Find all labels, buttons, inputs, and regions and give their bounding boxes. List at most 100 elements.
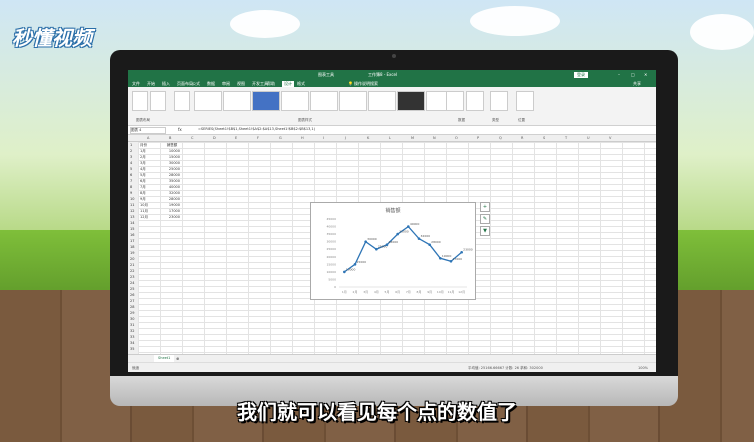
data-label: 35000 xyxy=(399,230,409,234)
data-label: 17000 xyxy=(453,257,463,261)
x-tick-label: 5月 xyxy=(385,290,390,294)
chart-style-thumb[interactable] xyxy=(194,91,222,111)
data-label: 19000 xyxy=(442,254,452,258)
add-chart-element-button[interactable] xyxy=(132,91,148,111)
title-bar: 图表工具 工作簿8 - Excel 登录 – □ ✕ xyxy=(128,70,656,80)
column-header[interactable]: A xyxy=(147,136,149,140)
change-chart-type-button[interactable] xyxy=(490,91,508,111)
column-header[interactable]: K xyxy=(367,136,369,140)
column-header[interactable]: D xyxy=(213,136,216,140)
chart-style-thumb[interactable] xyxy=(223,91,251,111)
column-header[interactable]: T xyxy=(565,136,567,140)
x-tick-label: 2月 xyxy=(353,290,358,294)
chart-style-thumb[interactable] xyxy=(281,91,309,111)
login-button[interactable]: 登录 xyxy=(574,72,588,78)
row-header[interactable]: 35 xyxy=(130,346,134,352)
y-tick-label: 45000 xyxy=(326,217,336,221)
column-header[interactable]: Q xyxy=(499,136,502,140)
column-header[interactable]: I xyxy=(323,136,324,140)
data-label: 28000 xyxy=(431,240,441,244)
column-header[interactable]: P xyxy=(477,136,479,140)
add-sheet-icon[interactable]: ⊕ xyxy=(176,356,179,361)
data-label: 32000 xyxy=(421,234,431,238)
column-header[interactable]: S xyxy=(543,136,545,140)
excel-window: 图表工具 工作簿8 - Excel 登录 – □ ✕ 💡 操作说明搜索 共享 文… xyxy=(128,70,656,372)
x-tick-label: 11月 xyxy=(448,290,455,294)
ribbon-group-label: 位置 xyxy=(518,118,525,122)
chart-style-thumb[interactable] xyxy=(339,91,367,111)
lightbulb-icon: 💡 xyxy=(348,81,353,86)
column-header[interactable]: R xyxy=(521,136,523,140)
chart-style-thumb[interactable] xyxy=(252,91,280,111)
video-subtitle: 我们就可以看见每个点的数值了 xyxy=(237,400,517,424)
x-tick-label: 3月 xyxy=(363,290,368,294)
ribbon-group-label: 图表样式 xyxy=(298,118,312,122)
data-label: 15000 xyxy=(357,260,367,264)
move-chart-button[interactable] xyxy=(516,91,534,111)
x-tick-label: 1月 xyxy=(342,290,347,294)
camera xyxy=(392,54,396,58)
column-header[interactable]: H xyxy=(301,136,304,140)
ribbon-tabs: 💡 操作说明搜索 共享 文件 开始 插入 页面布局 公式 数据 审阅 视图 开发工具 帮助 设计 格式 xyxy=(128,80,656,87)
column-header[interactable]: J xyxy=(345,136,346,140)
chart-styles-icon[interactable]: ✎ xyxy=(480,214,490,224)
data-label: 23000 xyxy=(463,248,473,252)
y-tick-label: 35000 xyxy=(326,232,336,236)
column-header[interactable]: O xyxy=(455,136,458,140)
y-tick-label: 5000 xyxy=(328,277,336,281)
cloud xyxy=(690,14,754,50)
status-ready: 就绪 xyxy=(132,366,139,370)
y-tick-label: 40000 xyxy=(326,225,336,229)
y-tick-label: 30000 xyxy=(326,240,336,244)
chart-tools-label: 图表工具 xyxy=(318,72,334,77)
chart-plot: 0500010000150002000025000300003500040000… xyxy=(326,217,473,294)
chart-elements-icon[interactable]: + xyxy=(480,202,490,212)
brand-logo: 秒懂视频 xyxy=(12,26,92,50)
ribbon: 图表布局 图表样式 数据 类型 位置 xyxy=(128,87,656,126)
column-header[interactable]: V xyxy=(609,136,611,140)
x-tick-label: 8月 xyxy=(417,290,422,294)
ribbon-group-label: 图表布局 xyxy=(136,118,150,122)
column-headers: A B C D E F G H I J K L M N O P Q R S T U V xyxy=(128,135,656,142)
chart-style-thumb[interactable] xyxy=(397,91,425,111)
row-headers: 1 2 3 4 5 6 7 8 9 10 11 12 13 14 15 16 17 18 19 20 21 22 23 24 2… xyxy=(128,142,138,354)
chart-style-thumb[interactable] xyxy=(368,91,396,111)
select-data-button[interactable] xyxy=(466,91,484,111)
zoom-level[interactable]: 100% xyxy=(638,366,648,370)
close-icon[interactable]: ✕ xyxy=(644,72,647,77)
maximize-icon[interactable]: □ xyxy=(631,72,635,77)
cell-month[interactable]: 12月 xyxy=(140,214,160,220)
line-chart[interactable]: 销售额 0 5000 10000 15000 20000 25000 30000 35000 4… xyxy=(310,202,476,300)
minimize-icon[interactable]: – xyxy=(618,72,620,77)
data-label: 28000 xyxy=(389,240,399,244)
formula-input[interactable]: =SERIES(Sheet1!$B$1,Sheet1!$A$2:$A$13,Sh… xyxy=(198,127,315,131)
name-box[interactable]: 图表 4 xyxy=(130,127,166,134)
y-tick-label: 15000 xyxy=(326,262,336,266)
column-header[interactable]: N xyxy=(433,136,436,140)
x-tick-label: 10月 xyxy=(437,290,444,294)
column-header[interactable]: L xyxy=(389,136,391,140)
x-tick-label: 4月 xyxy=(374,290,379,294)
change-colors-button[interactable] xyxy=(174,91,190,111)
window-title: 工作簿8 - Excel xyxy=(368,72,398,77)
column-header[interactable]: G xyxy=(279,136,282,140)
y-tick-label: 20000 xyxy=(326,255,336,259)
column-header[interactable]: U xyxy=(587,136,590,140)
column-header[interactable]: C xyxy=(191,136,193,140)
cell-sales[interactable]: 23000 xyxy=(162,214,180,220)
ribbon-group-label: 类型 xyxy=(492,118,499,122)
y-tick-label: 0 xyxy=(334,285,336,289)
column-header[interactable]: M xyxy=(411,136,414,140)
quick-layout-button[interactable] xyxy=(150,91,166,111)
column-header[interactable]: B xyxy=(169,136,171,140)
cloud xyxy=(230,10,300,38)
column-header[interactable]: E xyxy=(235,136,237,140)
x-tick-label: 6月 xyxy=(395,290,400,294)
column-header[interactable]: F xyxy=(257,136,259,140)
chart-filter-icon[interactable]: ▼ xyxy=(480,226,490,236)
formula-bar: 图表 4 fx =SERIES(Sheet1!$B$1,Sheet1!$A$2:… xyxy=(128,126,656,135)
switch-row-column-button[interactable] xyxy=(446,91,464,111)
chart-style-thumb[interactable] xyxy=(310,91,338,111)
data-label: 10000 xyxy=(346,267,356,271)
cloud xyxy=(470,6,560,36)
